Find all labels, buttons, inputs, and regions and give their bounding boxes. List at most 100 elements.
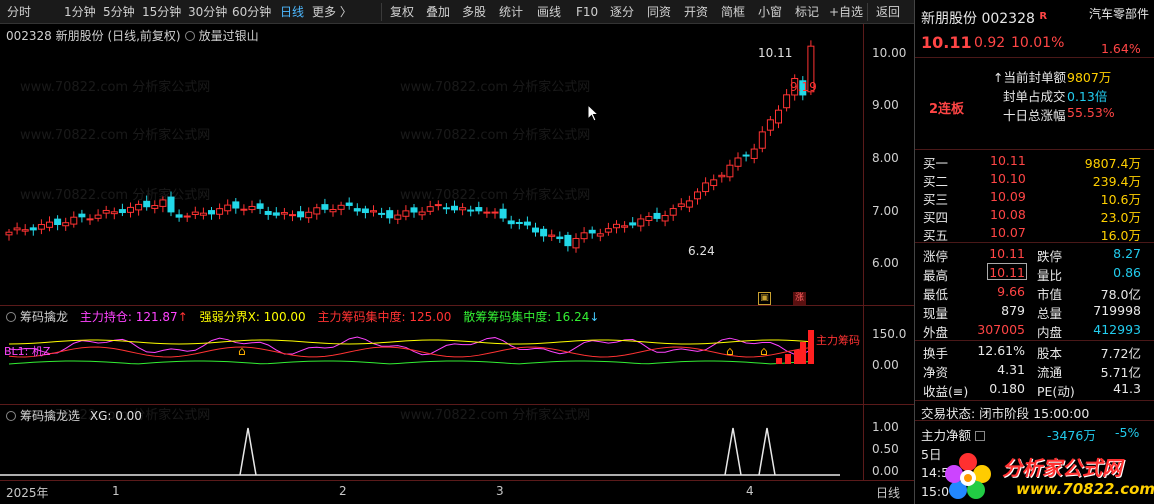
candle-body xyxy=(21,229,29,232)
candle-body xyxy=(580,232,588,240)
main-flow-label[interactable]: 主力净额 xyxy=(921,425,985,444)
candle-body xyxy=(78,213,86,218)
candle-body xyxy=(604,228,612,233)
panel2-title: 筹码擒龙 主力持仓: 121.87↑ 强弱分界X: 100.00 主力筹码集中度… xyxy=(6,308,599,325)
stat-value: 8.27 xyxy=(1113,246,1141,261)
stat-value: 4.31 xyxy=(997,362,1025,377)
period-label[interactable]: 日线 xyxy=(876,484,900,501)
stat-label: 流通 xyxy=(1037,365,1063,380)
zoom-box-icon[interactable]: ▣ xyxy=(758,292,771,305)
main-chart-title: 002328 新朋股份 (日线,前复权) 放量过银山 xyxy=(6,29,259,43)
candle-body xyxy=(224,204,232,212)
settings-circle-icon[interactable] xyxy=(184,31,195,41)
candle-body xyxy=(297,211,305,218)
stat-value: 719998 xyxy=(1093,303,1141,318)
tool-stats-button[interactable]: 统计 xyxy=(499,4,523,20)
stat-label: 内盘 xyxy=(1037,325,1063,340)
candle-body xyxy=(629,222,637,226)
candle-body xyxy=(475,207,483,212)
candle-body xyxy=(29,227,37,231)
candle-body xyxy=(645,216,653,221)
candle-body xyxy=(46,221,53,228)
period-tab-5min[interactable]: 5分钟 xyxy=(103,4,135,20)
list-icon[interactable] xyxy=(975,431,985,441)
stat-value: 0.86 xyxy=(1113,265,1141,280)
back-button[interactable]: 返回 xyxy=(876,4,900,20)
price-change: 0.92 xyxy=(974,35,1006,51)
divider xyxy=(915,149,1154,150)
add-watchlist-button[interactable]: +自选 xyxy=(829,4,863,20)
candle-body xyxy=(588,229,596,234)
period-tab-1min[interactable]: 1分钟 xyxy=(64,4,96,20)
seal-amount-label: ↑当前封单额 xyxy=(993,70,1066,85)
candle-body xyxy=(353,208,361,212)
period-tab-daily[interactable]: 日线 xyxy=(280,4,304,20)
sector-name[interactable]: 汽车零部件 xyxy=(1087,7,1151,22)
divider xyxy=(915,57,1154,58)
kline-chart-area[interactable]: www.70822.com 分析家公式网 www.70822.com 分析家公式… xyxy=(0,24,914,480)
stat-value: 0.180 xyxy=(989,381,1025,396)
stat-label: 外盘 xyxy=(923,325,949,340)
tool-multi-stock-button[interactable]: 多股 xyxy=(462,4,486,20)
candle-body xyxy=(386,210,394,219)
signal-bar xyxy=(776,358,782,364)
xg-signal-spike xyxy=(724,427,742,476)
date-axis: 2025年 1 2 3 4 日线 xyxy=(0,480,914,504)
main-flow-pct: -5% xyxy=(1115,425,1140,440)
limit-up-icon[interactable]: 涨 xyxy=(793,292,806,305)
candle-body xyxy=(434,204,442,207)
candle-body xyxy=(394,214,402,220)
candle-body xyxy=(62,222,70,227)
period-tab-15min[interactable]: 15分钟 xyxy=(142,4,181,20)
price-tick: 6.00 xyxy=(872,256,899,270)
period-tab-more[interactable]: 更多 〉 xyxy=(312,4,352,20)
stat-label: 股本 xyxy=(1037,346,1063,361)
main-concentration-line xyxy=(8,346,811,358)
candle-body xyxy=(742,154,750,157)
tool-mark-button[interactable]: 标记 xyxy=(795,4,819,20)
tool-fuquan-button[interactable]: 复权 xyxy=(390,4,414,20)
candle-body xyxy=(329,209,337,213)
toolbar-divider xyxy=(381,3,382,21)
panel-divider xyxy=(0,305,914,306)
period-tab-60min[interactable]: 60分钟 xyxy=(232,4,271,20)
candle-body xyxy=(459,207,467,211)
divider xyxy=(915,400,1154,401)
settings-circle-icon[interactable] xyxy=(6,411,16,421)
period-tab-fenshi[interactable]: 分时 xyxy=(7,4,31,20)
candle-body xyxy=(370,210,377,213)
settings-circle-icon[interactable] xyxy=(6,312,16,322)
tool-f10-button[interactable]: F10 xyxy=(576,4,598,20)
signal-bar xyxy=(800,342,806,364)
divider xyxy=(915,242,1154,243)
candle-body xyxy=(94,214,102,219)
tool-small-window-button[interactable]: 小窗 xyxy=(758,4,782,20)
tool-same-button[interactable]: 同资 xyxy=(647,4,671,20)
candle-body xyxy=(13,227,21,231)
tool-minute-button[interactable]: 逐分 xyxy=(610,4,634,20)
candle-body xyxy=(127,206,134,213)
candle-body xyxy=(410,207,418,213)
stat-value: 7.72亿 xyxy=(1100,346,1141,361)
tool-frame-button[interactable]: 简框 xyxy=(721,4,745,20)
tool-open-button[interactable]: 开资 xyxy=(684,4,708,20)
tool-draw-line-button[interactable]: 画线 xyxy=(537,4,561,20)
tool-overlay-button[interactable]: 叠加 xyxy=(426,4,450,20)
candle-body xyxy=(710,179,718,187)
candle-body xyxy=(345,202,353,206)
period-tab-30min[interactable]: 30分钟 xyxy=(188,4,227,20)
candle-body xyxy=(70,216,78,225)
candle-body xyxy=(653,212,661,219)
candle-body xyxy=(305,211,313,219)
panel2-right-label: 主力筹码 xyxy=(816,334,860,347)
candle-body xyxy=(564,234,572,247)
candle-body xyxy=(37,224,45,230)
candle-body xyxy=(540,228,548,237)
panel-divider xyxy=(0,404,914,405)
candle-body xyxy=(694,191,701,200)
stat-value: 12.61% xyxy=(977,343,1025,358)
candle-body xyxy=(613,223,620,229)
current-price: 10.11 xyxy=(921,33,972,52)
date-label: 2 xyxy=(339,484,347,498)
candle-body xyxy=(86,218,94,221)
